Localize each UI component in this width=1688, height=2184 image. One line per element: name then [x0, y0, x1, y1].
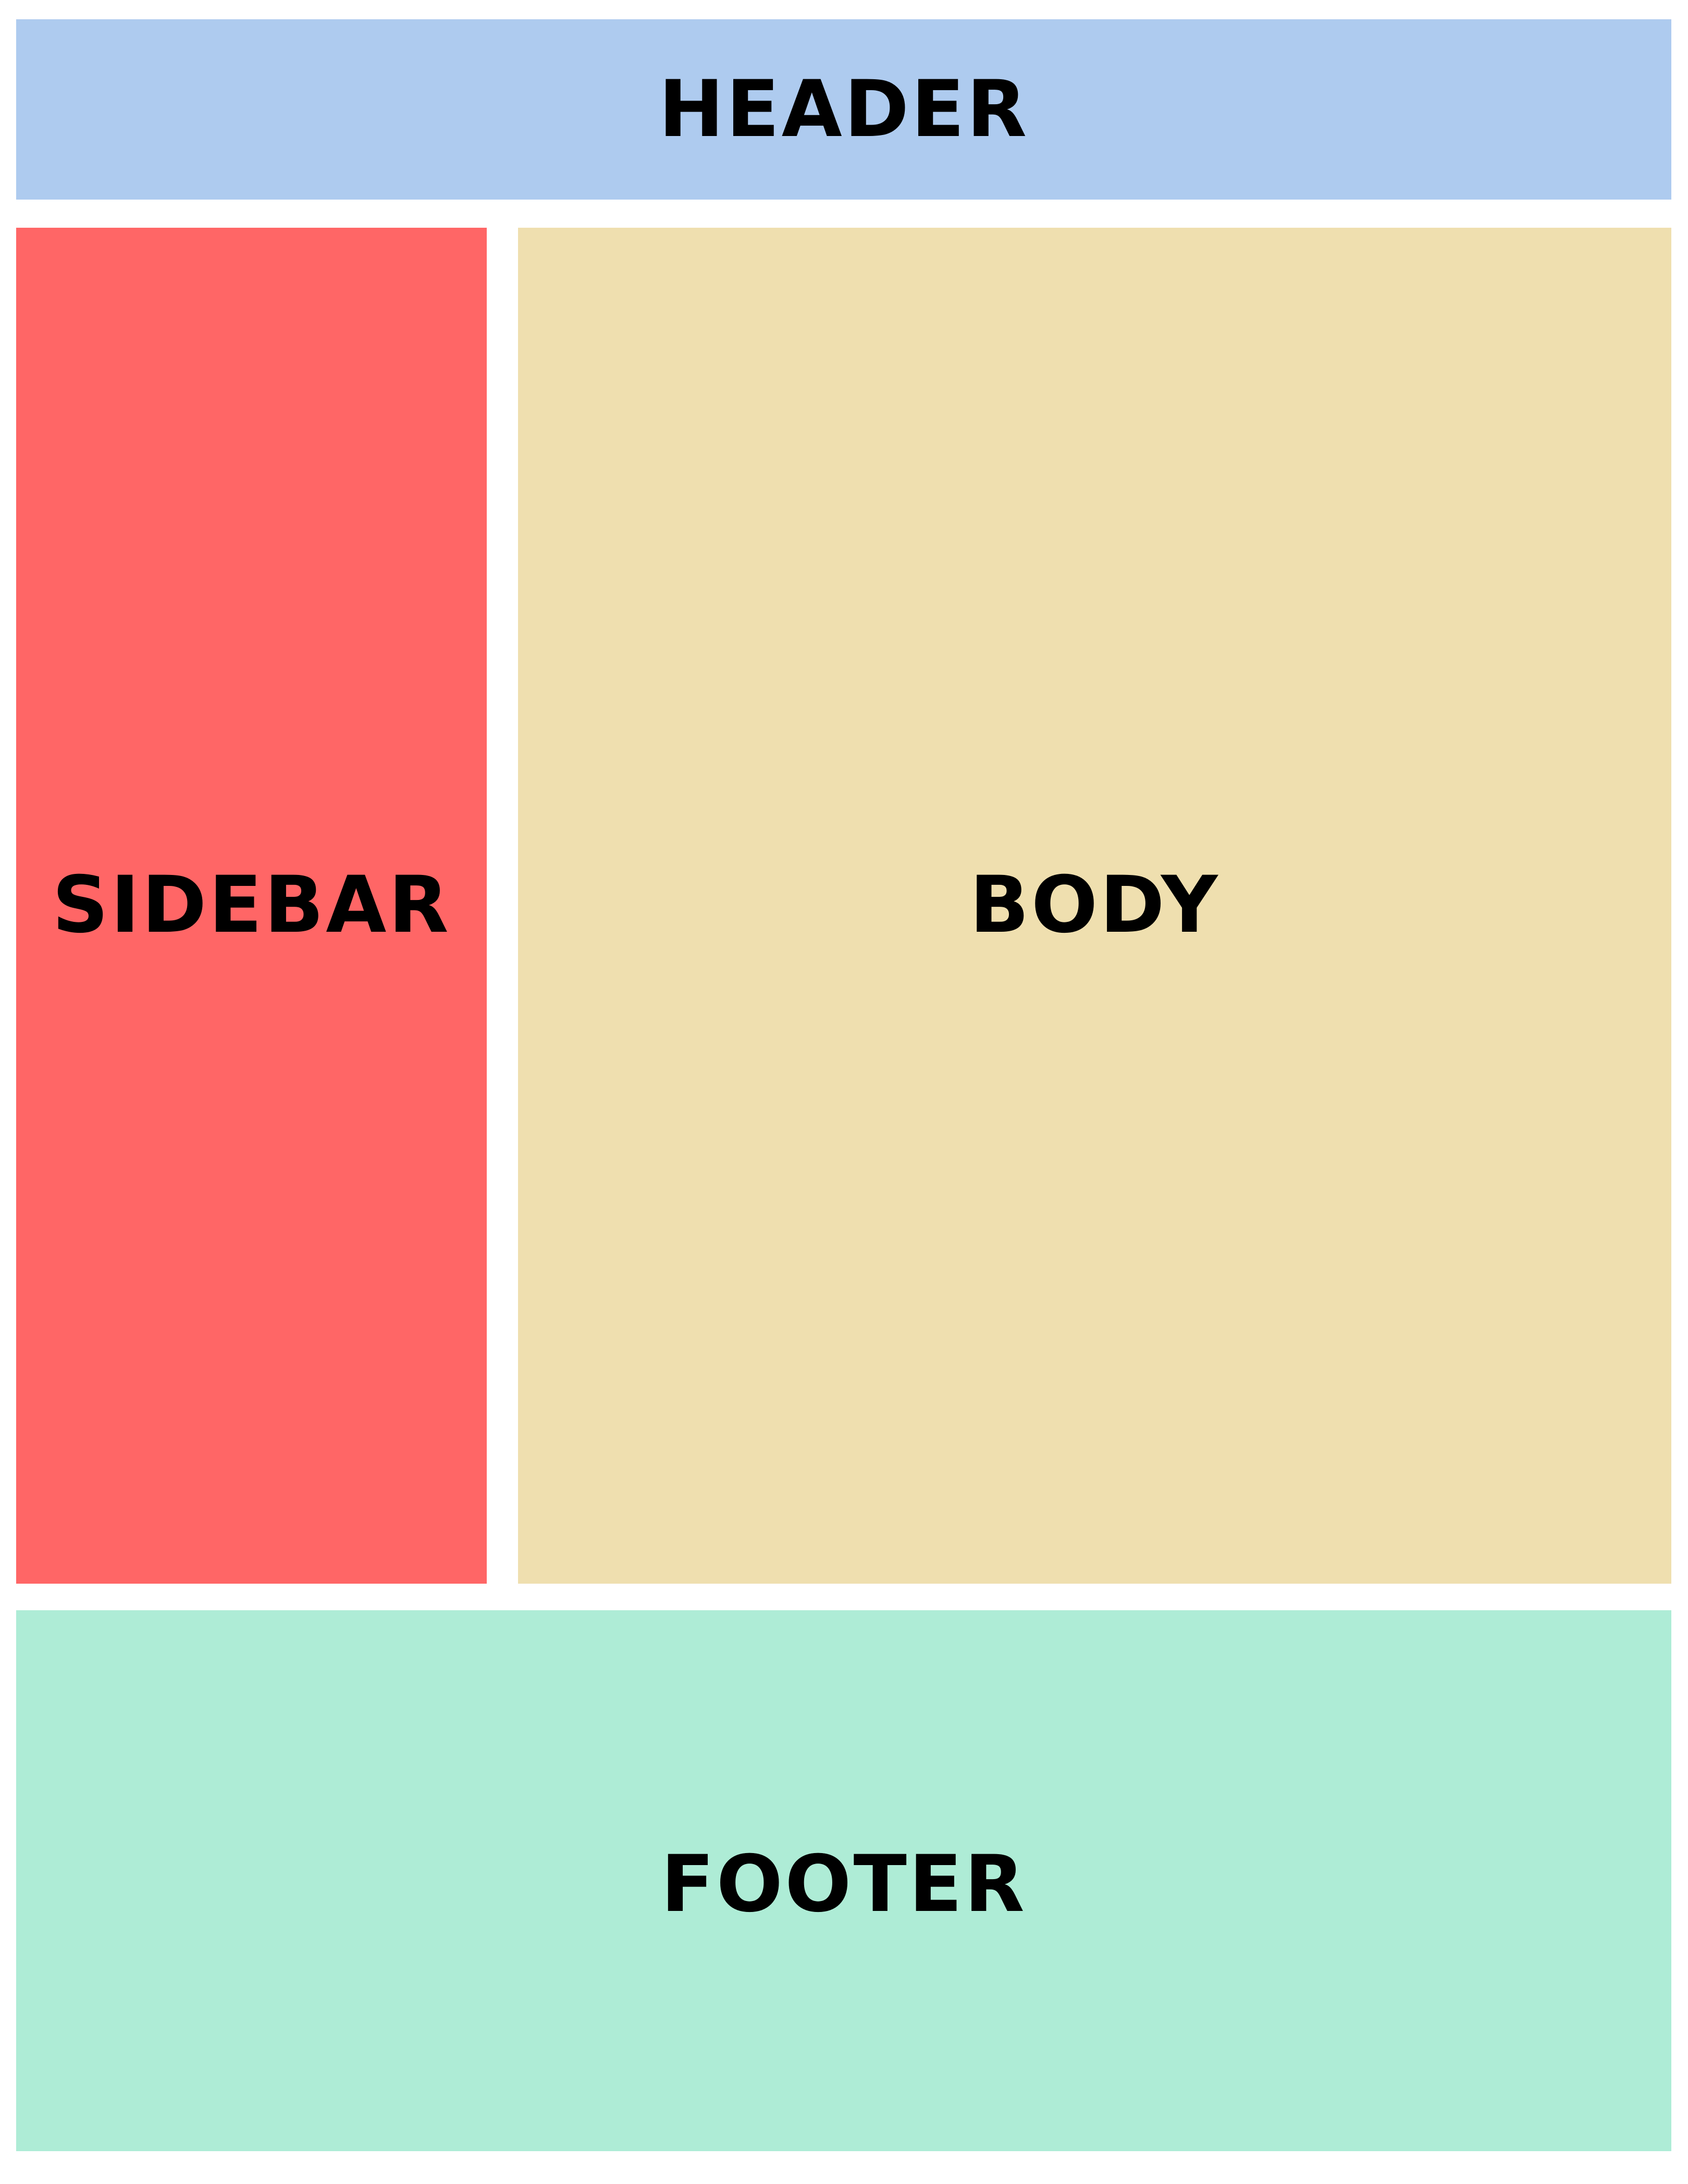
- body-block: BODY: [518, 228, 1671, 1584]
- header-label: HEADER: [658, 64, 1029, 155]
- sidebar-block: SIDEBAR: [16, 228, 487, 1584]
- header-block: HEADER: [16, 19, 1671, 200]
- footer-block: FOOTER: [16, 1610, 1671, 2151]
- body-label: BODY: [969, 860, 1220, 951]
- footer-label: FOOTER: [661, 1839, 1027, 1930]
- sidebar-label: SIDEBAR: [52, 860, 451, 951]
